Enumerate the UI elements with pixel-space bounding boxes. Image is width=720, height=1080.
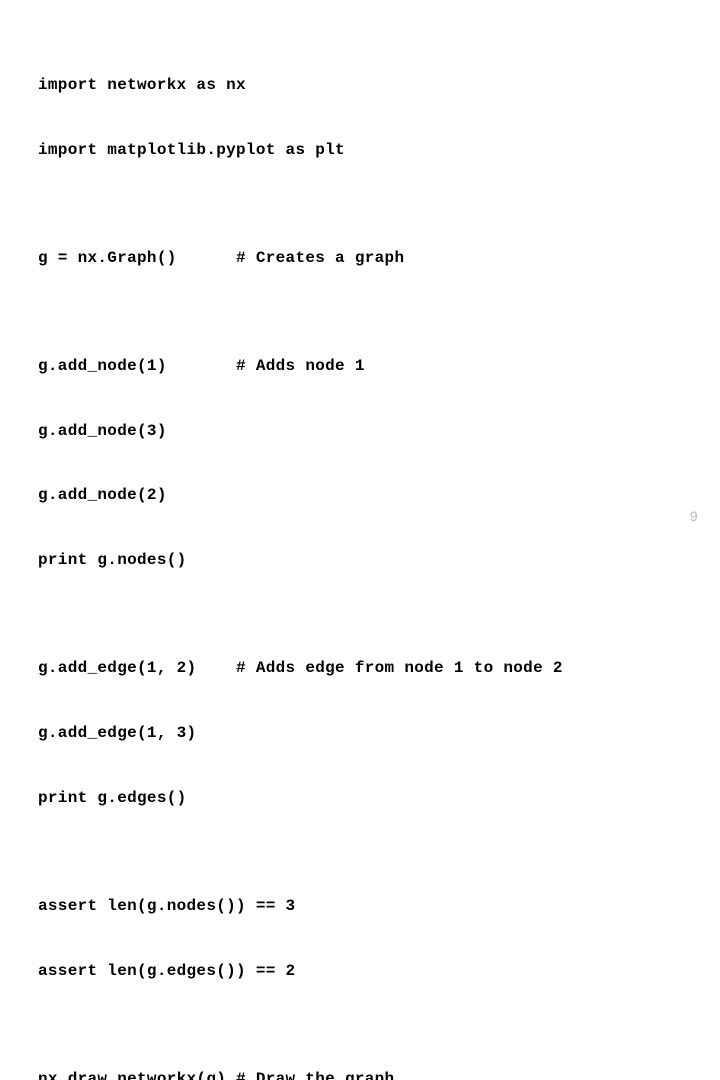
page-number: 9 xyxy=(690,507,698,526)
code-line: assert len(g.nodes()) == 3 xyxy=(38,896,682,918)
code-fragment: g.add_node(1) xyxy=(38,357,236,375)
code-line: g.add_node(2) xyxy=(38,485,682,507)
code-comment: # Adds edge from node 1 to node 2 xyxy=(236,659,563,677)
code-listing: import networkx as nx import matplotlib.… xyxy=(38,32,682,1080)
code-fragment: g.add_edge(1, 2) xyxy=(38,659,236,677)
code-line: assert len(g.edges()) == 2 xyxy=(38,961,682,983)
code-line: g.add_edge(1, 3) xyxy=(38,723,682,745)
code-line: g.add_node(3) xyxy=(38,421,682,443)
code-fragment: nx.draw_networkx(g) xyxy=(38,1070,236,1080)
code-comment: # Draw the graph xyxy=(236,1070,394,1080)
code-line: g = nx.Graph() # Creates a graph xyxy=(38,248,682,270)
code-fragment: g = nx.Graph() xyxy=(38,249,236,267)
code-line: print g.edges() xyxy=(38,788,682,810)
code-comment: # Creates a graph xyxy=(236,249,404,267)
code-line: g.add_edge(1, 2) # Adds edge from node 1… xyxy=(38,658,682,680)
code-line: import matplotlib.pyplot as plt xyxy=(38,140,682,162)
code-line: g.add_node(1) # Adds node 1 xyxy=(38,356,682,378)
code-line: import networkx as nx xyxy=(38,75,682,97)
code-line: nx.draw_networkx(g) # Draw the graph xyxy=(38,1069,682,1080)
code-comment: # Adds node 1 xyxy=(236,357,365,375)
code-line: print g.nodes() xyxy=(38,550,682,572)
